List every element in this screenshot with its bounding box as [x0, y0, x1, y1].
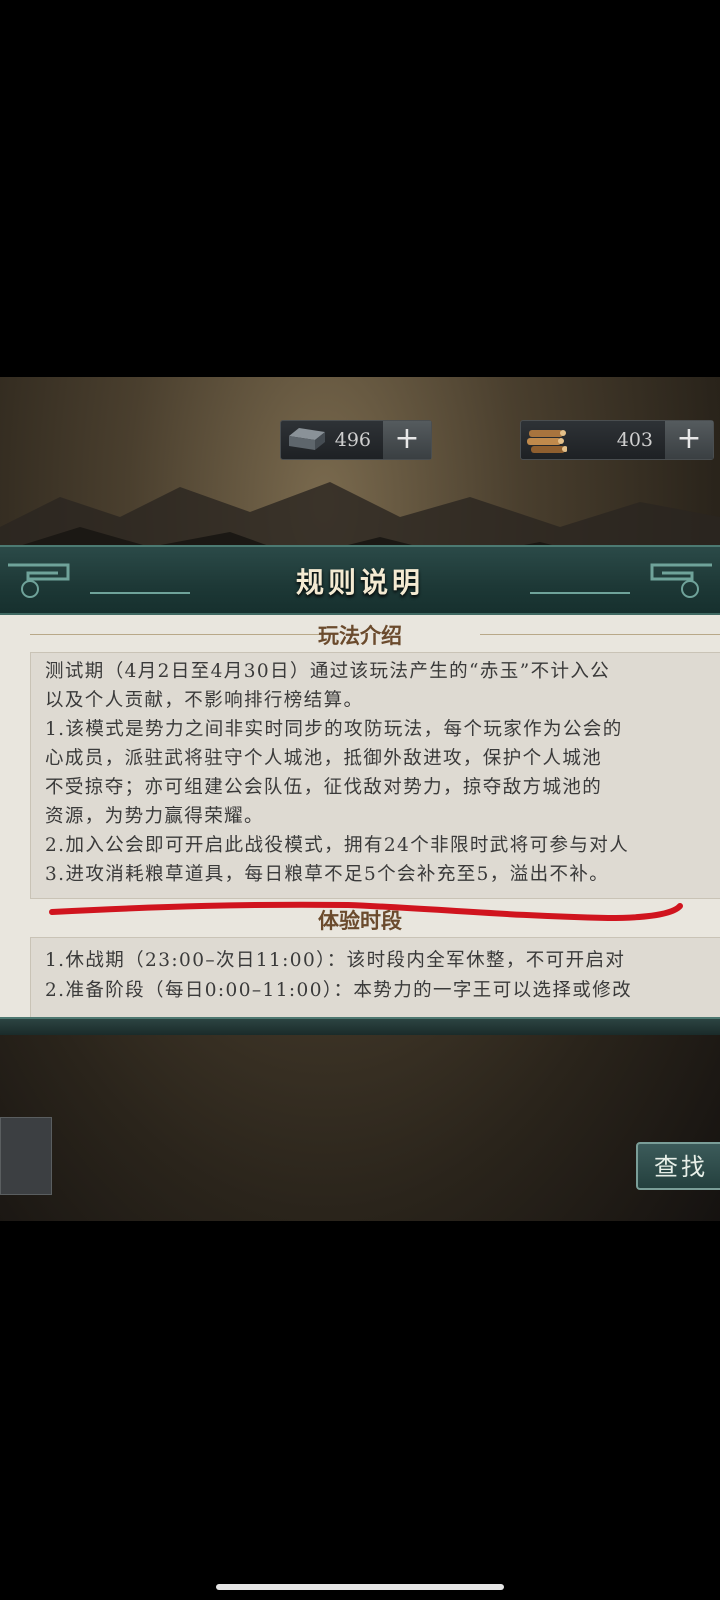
rule-line: 不受掠夺；亦可组建公会队伍，征伐敌对势力，掠夺敌方城池的 [45, 777, 603, 798]
iron-ingot-icon [289, 428, 325, 450]
rule-line: 资源，为势力赢得荣耀。 [45, 806, 264, 827]
search-button[interactable]: 查找 [636, 1142, 720, 1190]
dialog-header: 规则说明 [0, 545, 720, 615]
side-panel-tile[interactable] [0, 1117, 52, 1195]
iron-amount: 496 [334, 429, 371, 451]
rule-line: 测试期（4月2日至4月30日）通过该玩法产生的“赤玉”不计入公 [45, 661, 611, 682]
add-iron-button[interactable]: + [383, 421, 431, 459]
red-underline-annotation [49, 901, 683, 922]
wood-resource-counter: 403 + [520, 420, 714, 460]
home-indicator[interactable] [216, 1584, 504, 1590]
rule-line: 3.进攻消耗粮草道具，每日粮草不足5个会补充至5，溢出不补。 [45, 864, 610, 885]
rule-line: 2.加入公会即可开启此战役模式，拥有24个非限时武将可参与对人 [45, 835, 630, 856]
rule-line: 心成员，派驻武将驻守个人城池，抵御外敌进攻，保护个人城池 [45, 748, 603, 769]
schedule-line: 1.休战期（23:00–次日11:00）：该时段内全军休整，不可开启对 [45, 950, 626, 971]
rules-panel[interactable]: 玩法介绍 测试期（4月2日至4月30日）通过该玩法产生的“赤玉”不计入公 以及个… [0, 615, 720, 1019]
add-wood-button[interactable]: + [665, 421, 713, 459]
game-screen: 496 + 403 + 规则说明 玩法介绍 测试期（4月2日至4月30日）通过该… [0, 377, 720, 1221]
section-title-gameplay: 玩法介绍 [318, 623, 402, 648]
iron-resource-counter: 496 + [280, 420, 432, 460]
dialog-title: 规则说明 [295, 566, 424, 599]
schedule-line: 2.准备阶段（每日0:00–11:00）：本势力的一字王可以选择或修改 [45, 980, 633, 1001]
wood-amount: 403 [616, 429, 653, 451]
wood-logs-icon [527, 430, 567, 453]
rule-line: 以及个人贡献，不影响排行榜结算。 [45, 690, 364, 711]
dialog-bottom-border [0, 1017, 720, 1035]
rule-line: 1.该模式是势力之间非实时同步的攻防玩法，每个玩家作为公会的 [45, 719, 623, 740]
